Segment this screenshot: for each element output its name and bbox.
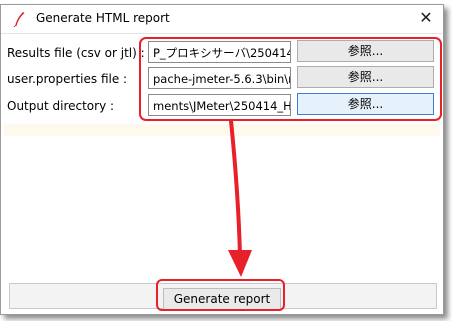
annotation-arrow [228,119,252,277]
